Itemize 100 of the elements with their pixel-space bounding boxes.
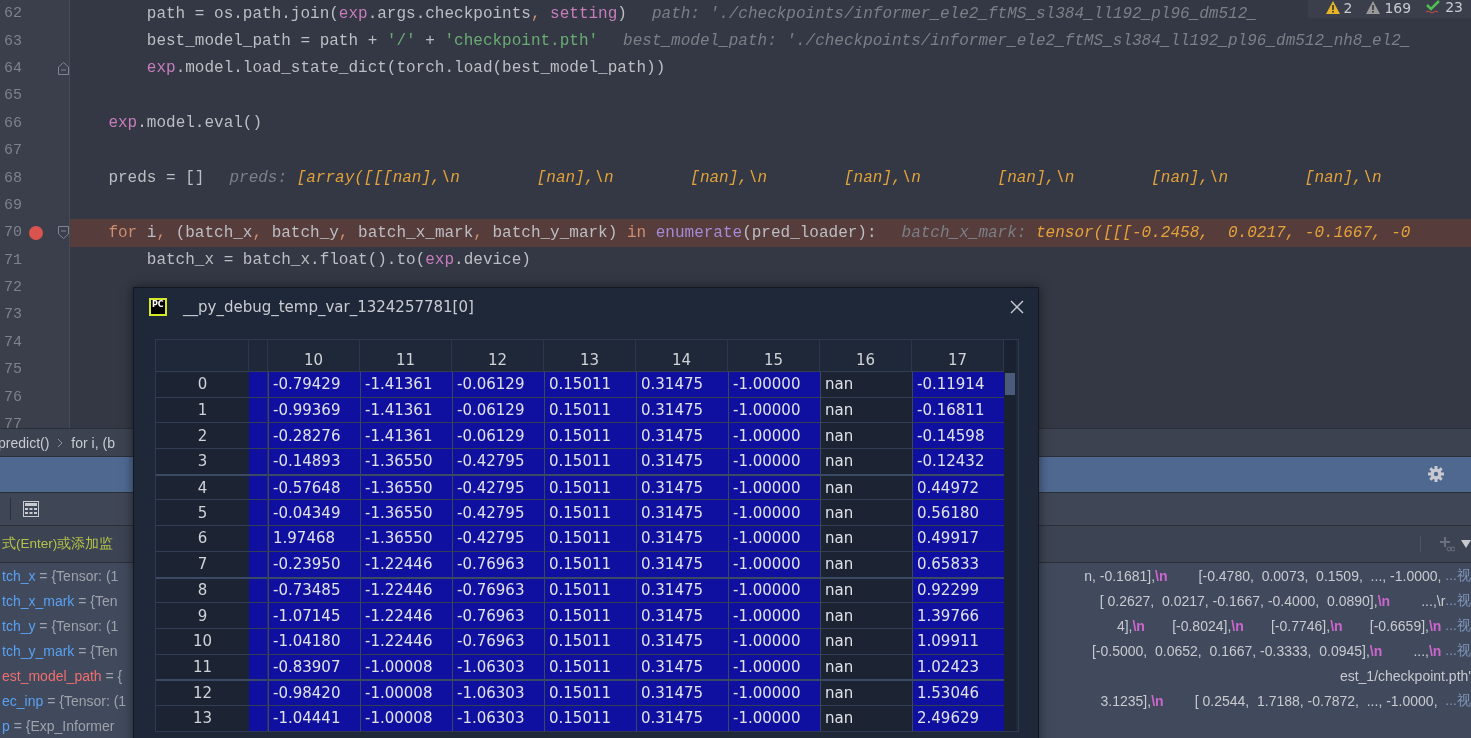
table-cell: 0.15011: [544, 422, 636, 449]
table-cell: nan: [820, 602, 912, 628]
table-cell: 0.65833: [912, 550, 1004, 577]
table-cell: nan: [820, 396, 912, 423]
code-text: best_model_path = path + '/' + 'checkpoint.pth': [145, 32, 599, 51]
table-cell: nan: [820, 550, 912, 577]
row-index: 11: [156, 653, 249, 680]
line-number: 62: [3, 5, 22, 23]
row-index: 0: [156, 371, 249, 397]
line-number: 64: [3, 59, 22, 77]
table-cell: 0.31475: [636, 602, 728, 628]
table-cell: 0.31475: [636, 422, 728, 449]
table-cell: -1.00008: [360, 704, 452, 731]
table-cell: nan: [820, 473, 912, 500]
table-cell: -1.00000: [728, 550, 820, 577]
table-cell: -1.22446: [360, 602, 452, 628]
table-cell: -0.57648: [268, 473, 360, 500]
table-cell: -0.76963: [452, 576, 544, 603]
table-cell: nan: [820, 525, 912, 551]
table-cell: -0.76963: [452, 550, 544, 577]
table-cell: 0.15011: [544, 679, 636, 705]
table-cell: -1.36550: [360, 473, 452, 500]
table-cell: nan: [820, 448, 912, 474]
table-cell: 0.31475: [636, 371, 728, 397]
table-cell: nan: [820, 704, 912, 731]
table-cell: -0.23950: [268, 550, 360, 577]
line-number: 70: [3, 224, 22, 242]
table-cell: 0.15011: [544, 525, 636, 551]
line-number: 63: [3, 32, 22, 50]
table-cell: -1.00000: [728, 396, 820, 423]
table-cell: nan: [820, 576, 912, 603]
table-cell: -0.28276: [268, 422, 360, 449]
table-cell: 0.15011: [544, 396, 636, 423]
problem-count: 169: [1384, 1, 1412, 14]
variable-value: [-0.5000, 0.0652, 0.1667, -0.3333, 0.0945],\n ...,\n: [1091, 642, 1443, 659]
inline-value-hint: path: './checkpoints/informer_ele2_ftMS_sl384_ll192_pl96_dm512_: [651, 4, 1257, 23]
table-cell: -1.36550: [360, 499, 452, 526]
line-number: 68: [3, 169, 22, 187]
inline-value-hint: best_model_path: './checkpoints/informer_ele2_ftMS_sl384_ll192_pl96_dm512_nh8_el2_: [623, 32, 1411, 51]
table-cell: -1.04441: [268, 704, 360, 731]
table-cell: 0.31475: [636, 576, 728, 603]
row-index: 13: [156, 704, 249, 731]
table-cell: -1.41361: [360, 371, 452, 397]
table-cell: nan: [820, 422, 912, 449]
table-cell: 0.31475: [636, 396, 728, 423]
table-cell: -1.00000: [728, 627, 820, 654]
table-cell: 1.09911: [912, 627, 1004, 654]
table-cell: 0.92299: [912, 576, 1004, 603]
table-cell: -1.22446: [360, 550, 452, 577]
table-cell: 0.15011: [544, 576, 636, 603]
table-cell: 0.31475: [636, 653, 728, 680]
table-cell: 0.31475: [636, 499, 728, 526]
table-cell: -1.22446: [360, 627, 452, 654]
code-text: exp.model.load_state_dict(torch.load(best_model_path)): [145, 59, 666, 78]
row-index: 2: [156, 422, 249, 449]
table-cell: -0.42795: [452, 448, 544, 474]
table-cell: -0.06129: [452, 422, 544, 449]
table-cell: 0.31475: [636, 550, 728, 577]
table-cell: -0.06129: [452, 396, 544, 423]
table-cell: -0.76963: [452, 627, 544, 654]
line-number: 76: [3, 388, 22, 406]
table-cell: -0.06129: [452, 371, 544, 397]
table-cell: 1.39766: [912, 602, 1004, 628]
table-cell: -1.22446: [360, 576, 452, 603]
table-cell: 0.31475: [636, 525, 728, 551]
table-cell: 0.15011: [544, 602, 636, 628]
table-cell: -1.00000: [728, 473, 820, 500]
table-cell: 0.31475: [636, 704, 728, 731]
dialog-title: __py_debug_temp_var_1324257781[0]: [183, 298, 475, 316]
table-cell: -1.00008: [360, 653, 452, 680]
line-number: 75: [3, 361, 22, 379]
row-index: 12: [156, 679, 249, 705]
table-cell: -0.04349: [268, 499, 360, 526]
table-cell: 0.15011: [544, 448, 636, 474]
table-cell: 0.15011: [544, 550, 636, 577]
table-cell: -1.00000: [728, 371, 820, 397]
inline-value-hint: batch_x_mark: tensor([[[-0.2458, 0.0217, -0.1667, -0: [901, 223, 1411, 242]
row-index: 9: [156, 602, 249, 628]
code-text: path = os.path.join(exp.args.checkpoints, setting): [145, 4, 627, 23]
code-text: batch_x = batch_x.float().to(exp.device): [145, 251, 531, 270]
table-cell: 0.31475: [636, 448, 728, 474]
table-cell: -0.42795: [452, 525, 544, 551]
table-cell: 0.31475: [636, 679, 728, 705]
table-cell: -1.00000: [728, 602, 820, 628]
table-cell: -1.41361: [360, 422, 452, 449]
row-index: 8: [156, 576, 249, 603]
code-text: exp.model.eval(): [107, 114, 263, 133]
table-cell: -0.83907: [268, 653, 360, 680]
table-cell: -1.00000: [728, 499, 820, 526]
line-number: 77: [3, 416, 22, 429]
table-cell: -0.73485: [268, 576, 360, 603]
app-icon: PC: [149, 298, 167, 316]
line-number: 73: [3, 306, 22, 324]
table-cell: -1.06303: [452, 653, 544, 680]
table-cell: -0.11914: [912, 371, 1004, 397]
table-cell: 1.97468: [268, 525, 360, 551]
table-cell: -0.16811: [912, 396, 1004, 423]
table-cell: -1.00000: [728, 653, 820, 680]
variable-value: 3.1235],\n [ 0.2544, 1.7188, -0.7872, ..., -1.0000,: [1100, 692, 1439, 709]
table-cell: nan: [820, 499, 912, 526]
